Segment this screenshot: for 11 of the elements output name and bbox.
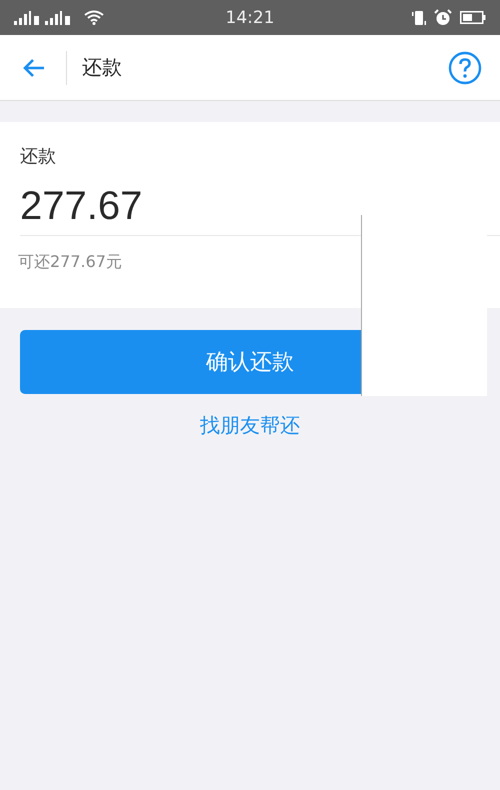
- help-button[interactable]: [448, 50, 482, 84]
- page-title: 还款: [82, 54, 123, 81]
- wifi-icon: [84, 10, 104, 25]
- friend-link[interactable]: 找朋友帮还: [200, 412, 300, 439]
- vibrate-icon: [412, 10, 426, 26]
- clock-time: 14:21: [226, 8, 274, 28]
- amount-input[interactable]: 277.67: [20, 184, 142, 228]
- available-amount: 可还277.67元: [18, 252, 123, 273]
- battery-icon: [460, 11, 486, 24]
- alarm-icon: [434, 9, 452, 26]
- amount-label: 还款: [20, 145, 57, 168]
